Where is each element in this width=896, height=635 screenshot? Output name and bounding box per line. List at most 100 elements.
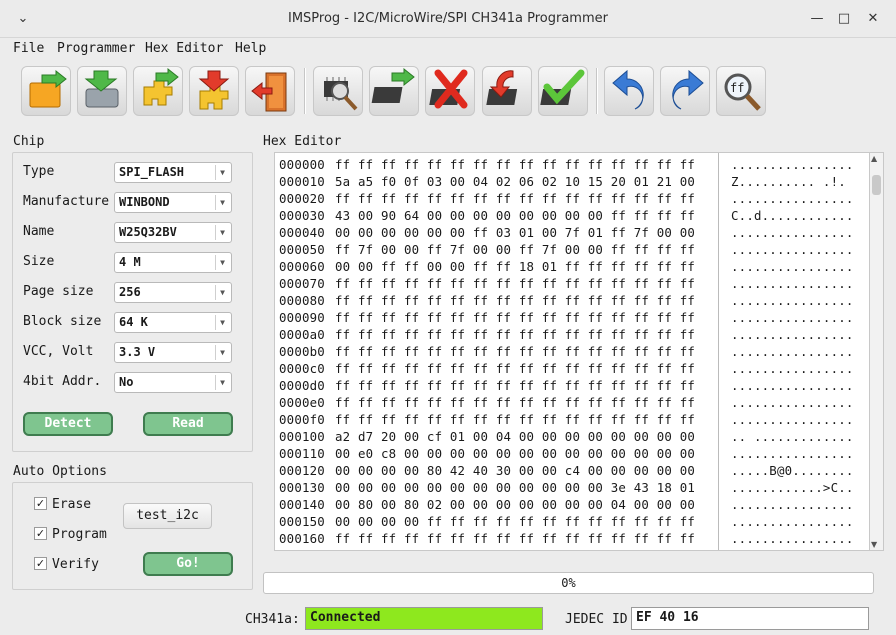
page-size-select[interactable]: 256 ▼ [114, 282, 232, 303]
hex-row-bytes[interactable]: 00 80 00 80 02 00 00 00 00 00 00 00 04 0… [335, 497, 695, 512]
block-size-select[interactable]: 64 K ▼ [114, 312, 232, 333]
hex-row-ascii[interactable]: Z.......... .!. [731, 174, 846, 189]
erase-checkbox[interactable]: ✓ [34, 497, 47, 510]
hex-row-bytes[interactable]: 00 00 00 00 ff ff ff ff ff ff ff ff ff f… [335, 514, 695, 529]
hex-row-ascii[interactable]: ............>C.. [731, 480, 854, 495]
hex-row-ascii[interactable]: C..d............ [731, 208, 854, 223]
verify-checkbox[interactable]: ✓ [34, 557, 47, 570]
hex-editor-view[interactable]: 000000 ff ff ff ff ff ff ff ff ff ff ff f… [274, 152, 870, 551]
find-hex-button[interactable]: ff [716, 66, 766, 116]
vcc-select[interactable]: 3.3 V ▼ [114, 342, 232, 363]
hex-row-ascii[interactable]: ................ [731, 446, 854, 461]
hex-row-bytes[interactable]: 00 e0 c8 00 00 00 00 00 00 00 00 00 00 0… [335, 446, 695, 461]
chip-verify-button[interactable] [538, 66, 588, 116]
scroll-thumb[interactable] [872, 175, 881, 195]
hex-row-ascii[interactable]: ................ [731, 225, 854, 240]
hex-row-bytes[interactable]: a2 d7 20 00 cf 01 00 04 00 00 00 00 00 0… [335, 429, 695, 444]
hex-row-ascii[interactable]: ................ [731, 259, 854, 274]
hex-row-address: 000010 [279, 174, 325, 189]
type-select[interactable]: SPI_FLASH ▼ [114, 162, 232, 183]
hex-row-ascii[interactable]: ................ [731, 157, 854, 172]
size-select[interactable]: 4 M ▼ [114, 252, 232, 273]
hex-row-bytes[interactable]: 00 00 00 00 00 00 ff 03 01 00 7f 01 ff 7… [335, 225, 695, 240]
hex-row-bytes[interactable]: 5a a5 f0 0f 03 00 04 02 06 02 10 15 20 0… [335, 174, 695, 189]
program-checkbox[interactable]: ✓ [34, 527, 47, 540]
hex-row-bytes[interactable]: ff ff ff ff ff ff ff ff ff ff ff ff ff f… [335, 548, 695, 550]
hex-row-ascii[interactable]: ................ [731, 276, 854, 291]
hex-row-address: 000080 [279, 293, 325, 308]
maximize-icon[interactable]: □ [833, 8, 855, 30]
hex-row-ascii[interactable]: ................ [731, 327, 854, 342]
hex-row-ascii[interactable]: ................ [731, 531, 854, 546]
hex-scrollbar[interactable]: ▲ ▼ [869, 152, 884, 551]
test-i2c-button[interactable]: test_i2c [123, 503, 212, 529]
redo-button[interactable] [660, 66, 710, 116]
hex-row-bytes[interactable]: ff 7f 00 00 ff 7f 00 00 ff 7f 00 00 ff f… [335, 242, 695, 257]
hex-row-address: 0000d0 [279, 378, 325, 393]
open-file-button[interactable] [21, 66, 71, 116]
auto-options-label: Auto Options [13, 464, 107, 479]
go-button[interactable]: Go! [143, 552, 233, 576]
hex-row-bytes[interactable]: 43 00 90 64 00 00 00 00 00 00 00 00 ff f… [335, 208, 695, 223]
hex-row-ascii[interactable]: ................ [731, 242, 854, 257]
hex-row-address: 000090 [279, 310, 325, 325]
save-file-button[interactable] [77, 66, 127, 116]
hex-row-bytes[interactable]: ff ff ff ff ff ff ff ff ff ff ff ff ff f… [335, 344, 695, 359]
hex-row-address: 000160 [279, 531, 325, 546]
toolbar: ff [0, 60, 896, 120]
scroll-down-icon[interactable]: ▼ [871, 540, 877, 549]
vcc-value: 3.3 V [119, 345, 156, 359]
manufacture-select[interactable]: WINBOND ▼ [114, 192, 232, 213]
hex-row-ascii[interactable]: ................ [731, 412, 854, 427]
ch341a-label: CH341a: [245, 612, 300, 627]
menu-programmer[interactable]: Programmer [57, 41, 135, 56]
hex-row-bytes[interactable]: 00 00 ff ff 00 00 ff ff 18 01 ff ff ff f… [335, 259, 695, 274]
close-icon[interactable]: ✕ [862, 8, 884, 30]
hex-row-bytes[interactable]: ff ff ff ff ff ff ff ff ff ff ff ff ff f… [335, 310, 695, 325]
hex-row-bytes[interactable]: ff ff ff ff ff ff ff ff ff ff ff ff ff f… [335, 361, 695, 376]
hex-row-bytes[interactable]: ff ff ff ff ff ff ff ff ff ff ff ff ff f… [335, 327, 695, 342]
hex-row-ascii[interactable]: ................ [731, 361, 854, 376]
detect-button[interactable]: Detect [23, 412, 113, 436]
hex-row-ascii[interactable]: ................ [731, 310, 854, 325]
chip-write-button[interactable] [482, 66, 532, 116]
hex-row-bytes[interactable]: 00 00 00 00 00 00 00 00 00 00 00 00 3e 4… [335, 480, 695, 495]
undo-button[interactable] [604, 66, 654, 116]
hex-row-ascii[interactable]: .. ............. [731, 429, 854, 444]
hex-row-ascii[interactable]: ................ [731, 548, 854, 550]
name-select[interactable]: W25Q32BV ▼ [114, 222, 232, 243]
hex-row-ascii[interactable]: ................ [731, 191, 854, 206]
read-button[interactable]: Read [143, 412, 233, 436]
menu-help[interactable]: Help [235, 41, 266, 56]
export-button[interactable] [189, 66, 239, 116]
4bit-addr-select[interactable]: No ▼ [114, 372, 232, 393]
menu-hex-editor[interactable]: Hex Editor [145, 41, 223, 56]
hex-row-ascii[interactable]: ................ [731, 514, 854, 529]
minimize-icon[interactable]: — [806, 8, 828, 30]
hex-row-bytes[interactable]: ff ff ff ff ff ff ff ff ff ff ff ff ff f… [335, 378, 695, 393]
hex-row-ascii[interactable]: ................ [731, 497, 854, 512]
hex-row-bytes[interactable]: ff ff ff ff ff ff ff ff ff ff ff ff ff f… [335, 276, 695, 291]
hex-row-address: 0000c0 [279, 361, 325, 376]
hex-row-ascii[interactable]: ................ [731, 293, 854, 308]
chip-read-button[interactable] [369, 66, 419, 116]
hex-row-bytes[interactable]: ff ff ff ff ff ff ff ff ff ff ff ff ff f… [335, 191, 695, 206]
hex-row-address: 000060 [279, 259, 325, 274]
hex-row-ascii[interactable]: ................ [731, 378, 854, 393]
hex-row-bytes[interactable]: ff ff ff ff ff ff ff ff ff ff ff ff ff f… [335, 293, 695, 308]
hex-row-bytes[interactable]: ff ff ff ff ff ff ff ff ff ff ff ff ff f… [335, 412, 695, 427]
hex-row-ascii[interactable]: ................ [731, 344, 854, 359]
import-button[interactable] [133, 66, 183, 116]
hex-row-bytes[interactable]: ff ff ff ff ff ff ff ff ff ff ff ff ff f… [335, 395, 695, 410]
hex-row-bytes[interactable]: 00 00 00 00 80 42 40 30 00 00 c4 00 00 0… [335, 463, 695, 478]
hex-row-bytes[interactable]: ff ff ff ff ff ff ff ff ff ff ff ff ff f… [335, 531, 695, 546]
hex-row-ascii[interactable]: .....B@0........ [731, 463, 854, 478]
hex-row-bytes[interactable]: ff ff ff ff ff ff ff ff ff ff ff ff ff f… [335, 157, 695, 172]
menu-file[interactable]: File [13, 41, 44, 56]
hex-row-ascii[interactable]: ................ [731, 395, 854, 410]
chip-erase-button[interactable] [425, 66, 475, 116]
size-label: Size [23, 254, 55, 269]
chip-detect-button[interactable] [313, 66, 363, 116]
exit-button[interactable] [245, 66, 295, 116]
scroll-up-icon[interactable]: ▲ [871, 154, 877, 163]
